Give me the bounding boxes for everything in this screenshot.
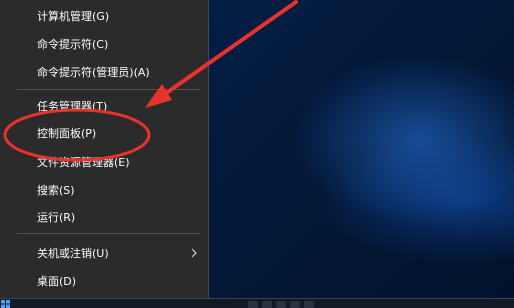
annotation-highlight-ellipse — [3, 108, 151, 162]
annotation-arrowhead — [145, 84, 172, 108]
annotation-arrow — [160, 0, 298, 98]
annotation-overlay — [3, 0, 298, 162]
